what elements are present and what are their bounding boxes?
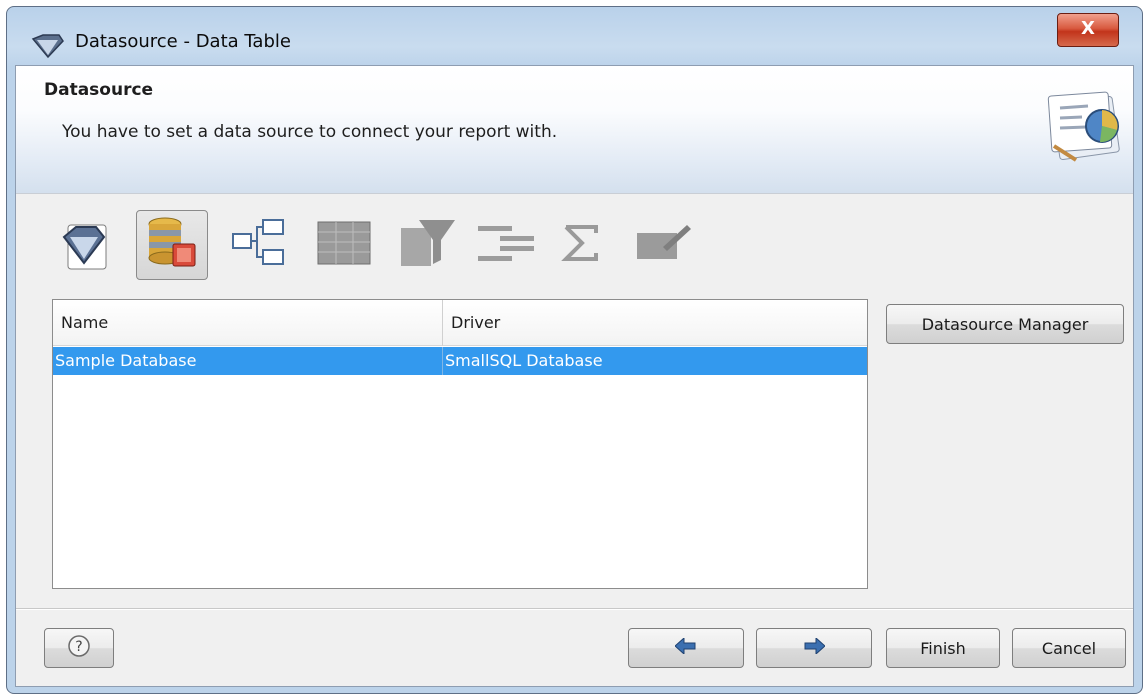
- table-grid-icon: [316, 220, 372, 271]
- dialog-window: Datasource - Data Table X Datasource You…: [6, 6, 1143, 694]
- column-header-driver[interactable]: Driver: [443, 300, 867, 346]
- step-datasource-button[interactable]: [136, 210, 208, 280]
- step-summary-button[interactable]: [546, 210, 618, 280]
- hierarchy-icon: [229, 218, 287, 273]
- filter-funnel-icon: [399, 218, 457, 273]
- svg-text:?: ?: [75, 639, 82, 655]
- cell-name: Sample Database: [53, 347, 443, 375]
- dialog-client: Datasource You have to set a data source…: [15, 65, 1134, 687]
- finish-button[interactable]: Finish: [886, 628, 1000, 668]
- table-header: Name Driver: [53, 300, 867, 346]
- back-button[interactable]: [628, 628, 744, 668]
- cancel-button[interactable]: Cancel: [1012, 628, 1126, 668]
- align-lines-icon: [476, 222, 536, 269]
- step-fields-button[interactable]: [308, 210, 380, 280]
- report-diamond-icon: [31, 33, 65, 64]
- next-arrow-icon: [803, 636, 826, 658]
- next-button[interactable]: [756, 628, 872, 668]
- sigma-icon: [560, 221, 604, 270]
- help-button[interactable]: ?: [44, 628, 114, 668]
- close-button[interactable]: X: [1057, 13, 1119, 47]
- window-title: Datasource - Data Table: [75, 31, 291, 52]
- step-relations-button[interactable]: [222, 210, 294, 280]
- step-filter-button[interactable]: [392, 210, 464, 280]
- step-grouping-button[interactable]: [470, 210, 542, 280]
- database-icon: [143, 214, 201, 277]
- column-header-name[interactable]: Name: [53, 300, 443, 346]
- table-row[interactable]: Sample Database SmallSQL Database: [53, 347, 867, 375]
- title-bar: Datasource - Data Table X: [7, 7, 1142, 65]
- back-arrow-icon: [674, 636, 697, 658]
- wizard-steps: [50, 210, 750, 280]
- page-title: Datasource: [44, 80, 154, 100]
- datasource-table[interactable]: Name Driver Sample Database SmallSQL Dat…: [52, 299, 868, 589]
- footer-divider: [16, 608, 1133, 609]
- report-chart-icon: [1042, 86, 1128, 171]
- cell-driver: SmallSQL Database: [445, 351, 603, 370]
- datasource-manager-button[interactable]: Datasource Manager: [886, 304, 1124, 344]
- edit-box-icon: [635, 223, 693, 268]
- step-report-button[interactable]: [50, 210, 122, 280]
- step-finish-button[interactable]: [628, 210, 700, 280]
- header-panel: Datasource You have to set a data source…: [16, 66, 1133, 194]
- help-icon: ?: [67, 634, 91, 662]
- report-diamond-icon: [58, 215, 114, 276]
- page-description: You have to set a data source to connect…: [62, 122, 558, 142]
